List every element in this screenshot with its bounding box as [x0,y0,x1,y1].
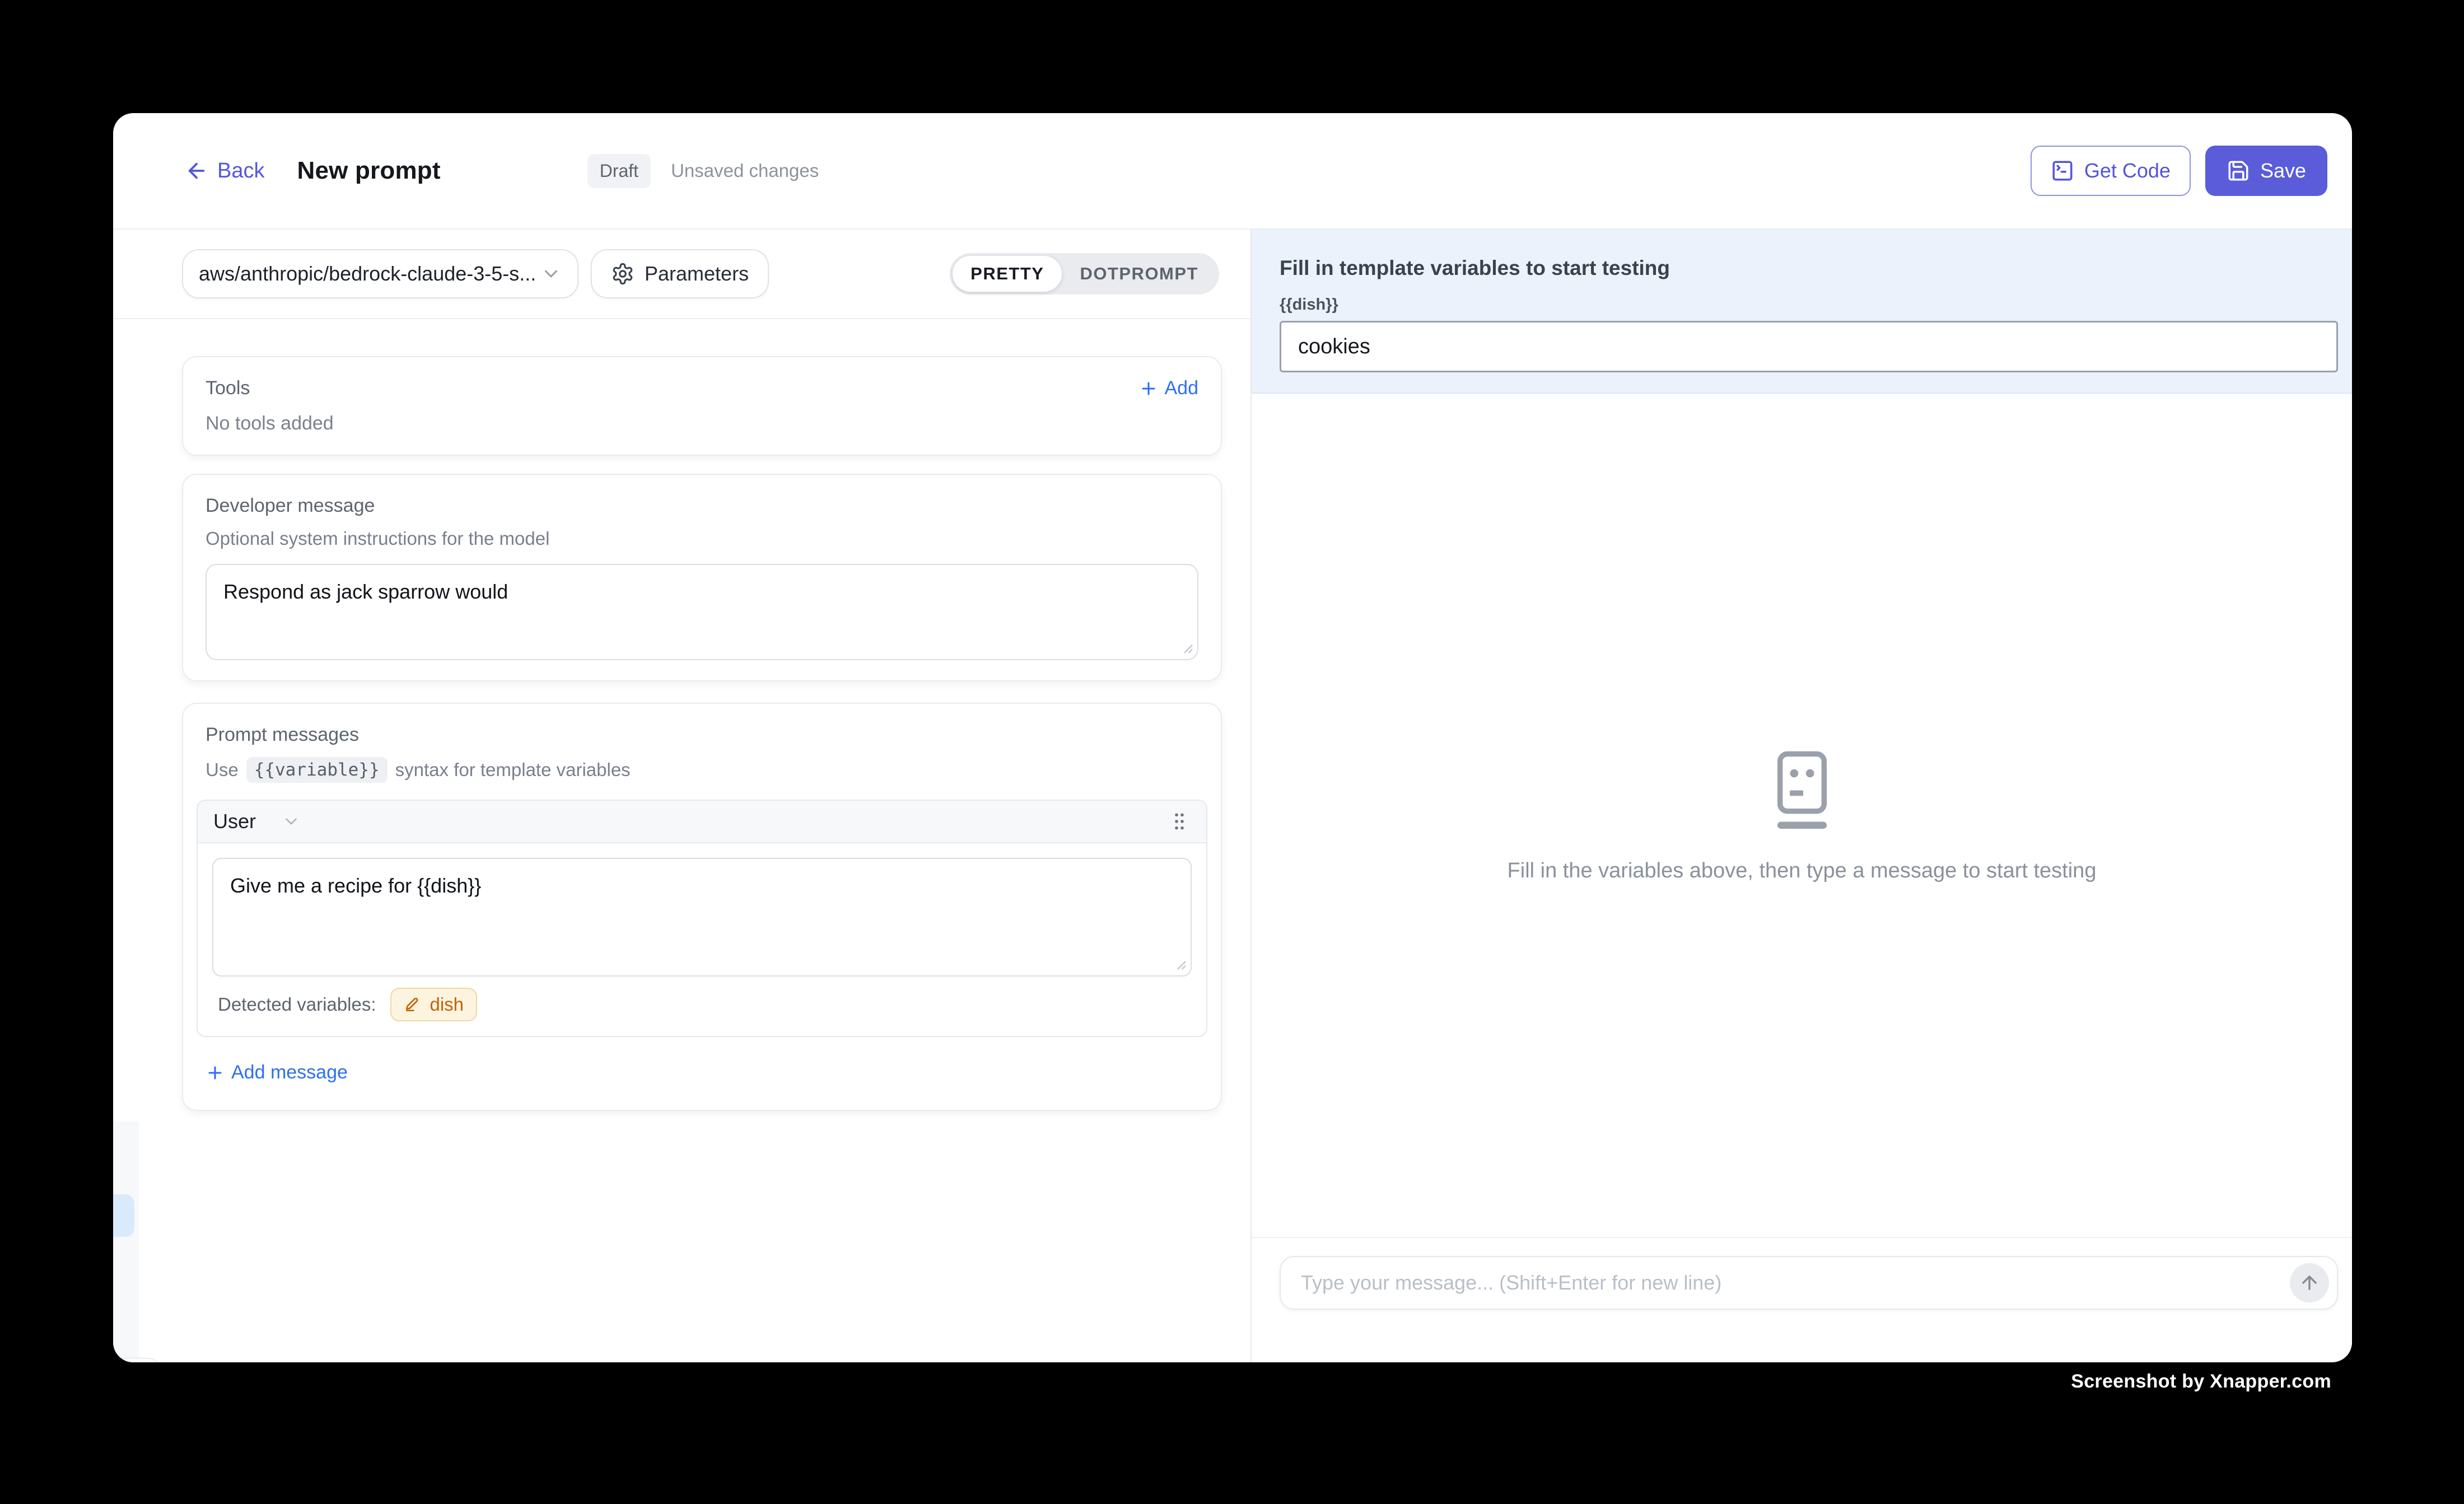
sidebar-sliver-highlight [113,1194,134,1237]
gear-icon [611,262,634,286]
editor-scroll-area: Tools Add No tools added Devel [113,319,1250,1362]
get-code-label: Get Code [2084,159,2171,183]
chat-empty-text: Fill in the variables above, then type a… [1508,859,2097,883]
syntax-hint-prefix: Use [206,759,239,781]
variable-syntax-chip: {{variable}} [246,757,388,783]
tools-card: Tools Add No tools added [182,356,1222,456]
message-body: Give me a recipe for {{dish}} Detected v… [198,843,1206,1036]
chat-empty-state: Fill in the variables above, then type a… [1252,394,2352,1237]
prompt-messages-card: Prompt messages Use {{variable}} syntax … [182,703,1222,1111]
developer-message-subtitle: Optional system instructions for the mod… [206,528,1198,549]
template-variables-band: Fill in template variables to start test… [1252,230,2352,394]
plus-icon [1139,379,1158,398]
arrow-up-icon [2299,1272,2320,1293]
get-code-button[interactable]: Get Code [2031,146,2191,196]
tab-dotprompt[interactable]: DOTPROMPT [1062,256,1216,292]
developer-message-card: Developer message Optional system instru… [182,474,1222,681]
variable-chip-label: dish [430,994,464,1015]
editor-panel: aws/anthropic/bedrock-claude-3-5-s... Pa… [113,230,1252,1362]
tab-pretty[interactable]: PRETTY [953,256,1062,292]
add-message-button[interactable]: Add message [206,1062,348,1083]
plus-icon [206,1063,225,1082]
variable-chip-dish[interactable]: dish [390,988,477,1021]
save-label: Save [2260,159,2306,183]
unsaved-changes-label: Unsaved changes [671,160,819,181]
arrow-left-icon [185,159,208,183]
pencil-icon [404,996,422,1013]
chat-message-input[interactable] [1301,1271,2290,1295]
prompt-messages-title: Prompt messages [206,724,1207,746]
screenshot-frame: Back New prompt Draft Unsaved changes Ge… [0,0,2464,1504]
watermark: Screenshot by Xnapper.com [2071,1371,2331,1393]
syntax-hint-suffix: syntax for template variables [395,759,631,781]
save-icon [2227,159,2250,183]
format-toggle: PRETTY DOTPROMPT [950,253,1219,295]
add-tool-button[interactable]: Add [1139,377,1199,399]
message-content-input[interactable]: Give me a recipe for {{dish}} [212,858,1192,977]
variables-band-title: Fill in template variables to start test… [1280,256,2338,280]
chevron-down-icon [282,812,301,831]
role-select-value: User [213,810,256,833]
variable-dish-label: {{dish}} [1280,296,2338,314]
detected-variables-label: Detected variables: [218,994,376,1015]
editor-toolbar: aws/anthropic/bedrock-claude-3-5-s... Pa… [113,230,1250,319]
back-label: Back [217,159,264,183]
tools-title: Tools [206,377,250,399]
resize-handle-icon[interactable] [1177,638,1194,655]
back-button[interactable]: Back [185,159,264,183]
main-content: aws/anthropic/bedrock-claude-3-5-s... Pa… [113,230,2352,1362]
send-button[interactable] [2290,1263,2329,1302]
drag-handle-icon[interactable] [1168,809,1191,834]
status-badge: Draft [587,154,651,188]
model-select[interactable]: aws/anthropic/bedrock-claude-3-5-s... [182,249,578,298]
save-button[interactable]: Save [2205,146,2327,196]
developer-message-input[interactable]: Respond as jack sparrow would [206,564,1198,660]
page-title: New prompt [297,157,440,185]
model-select-value: aws/anthropic/bedrock-claude-3-5-s... [199,262,536,286]
message-header: User [198,801,1206,843]
robot-icon [1767,748,1837,833]
add-tool-label: Add [1165,377,1199,399]
parameters-label: Parameters [645,262,749,286]
developer-message-title: Developer message [206,495,1198,517]
parameters-button[interactable]: Parameters [591,249,769,298]
app-window: Back New prompt Draft Unsaved changes Ge… [113,113,2352,1362]
tools-empty-text: No tools added [206,413,1198,435]
chevron-down-icon [540,263,562,284]
sidebar-sliver [113,1122,139,1362]
add-message-label: Add message [231,1062,348,1083]
prompt-message-block: User G [197,800,1207,1037]
terminal-icon [2051,159,2074,183]
chat-footer [1252,1237,2352,1362]
detected-variables-row: Detected variables: dish [212,988,1192,1021]
variable-dish-input[interactable] [1280,321,2338,372]
test-panel: Fill in template variables to start test… [1252,230,2352,1362]
resize-handle-icon[interactable] [1170,954,1187,971]
syntax-hint: Use {{variable}} syntax for template var… [206,757,1207,783]
role-select[interactable]: User [213,810,301,833]
app-header: Back New prompt Draft Unsaved changes Ge… [113,113,2352,230]
message-composer [1280,1256,2338,1310]
